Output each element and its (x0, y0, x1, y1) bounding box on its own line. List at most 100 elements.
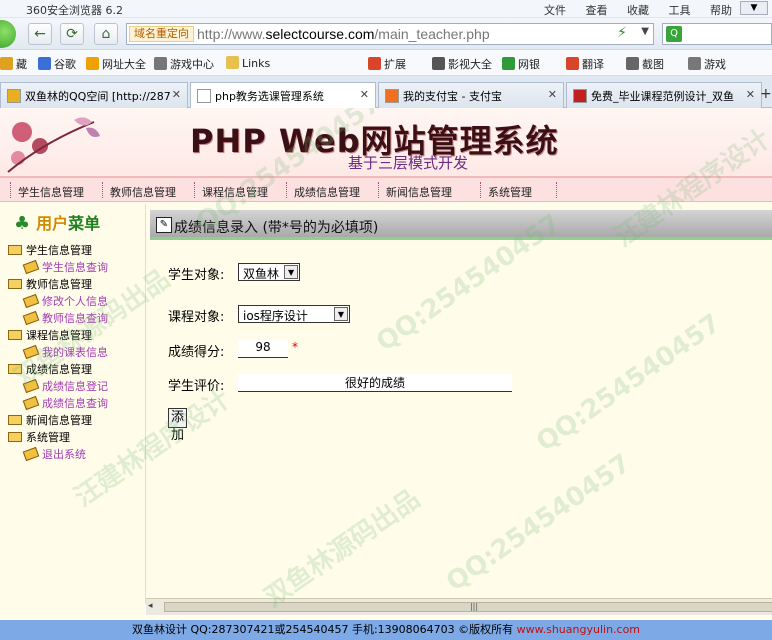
sidebar-item-0[interactable]: 学生信息管理 (8, 242, 92, 258)
bookmark-1[interactable]: 谷歌 (38, 56, 76, 72)
sidebar-item-10[interactable]: 新闻信息管理 (8, 412, 92, 428)
sidebar-item-7[interactable]: 成绩信息管理 (8, 361, 92, 377)
edit-icon: ✎ (156, 217, 172, 233)
window-minimize-button[interactable]: ▼ (740, 1, 768, 15)
home-icon: ⌂ (101, 26, 111, 42)
tab-label: 我的支付宝 - 支付宝 (403, 90, 502, 103)
chevron-down-icon[interactable]: ▼ (284, 265, 299, 279)
folder-icon (8, 415, 22, 425)
bookmark-4[interactable]: Links (226, 56, 270, 70)
chevron-down-icon[interactable]: ▼ (334, 307, 348, 321)
score-input[interactable]: 98 (238, 340, 288, 358)
sidebar-item-3[interactable]: 修改个人信息 (22, 293, 108, 309)
tab-2[interactable]: 我的支付宝 - 支付宝 ✕ (378, 82, 564, 108)
score-label: 成绩得分: (168, 345, 225, 360)
address-dropdown-icon[interactable]: ▼ (641, 26, 649, 37)
topnav-item-1[interactable]: 教师信息管理 (110, 184, 176, 200)
topnav-item-0[interactable]: 学生信息管理 (18, 184, 84, 200)
folder-icon (8, 245, 22, 255)
sidebar-item-1[interactable]: 学生信息查询 (22, 259, 108, 275)
close-icon[interactable]: ✕ (746, 88, 755, 101)
browser-title-bar: 360安全浏览器 6.2 文件 查看 收藏 工具 帮助 ▼ (0, 0, 772, 18)
bookmark-3[interactable]: 游戏中心 (154, 56, 214, 72)
topnav-item-3[interactable]: 成绩信息管理 (294, 184, 360, 200)
required-mark: * (292, 340, 298, 354)
web-page: PHP Web网站管理系统 基于三层模式开发 学生信息管理 教师信息管理 课程信息管… (0, 108, 772, 620)
search-engine-icon[interactable]: Q (666, 26, 682, 42)
student-row: 学生对象: (168, 264, 224, 283)
comment-input[interactable]: 很好的成绩 (238, 374, 512, 392)
menu-favorites[interactable]: 收藏 (627, 4, 649, 17)
video-icon (432, 57, 445, 70)
sidebar-item-8[interactable]: 成绩信息登记 (22, 378, 108, 394)
comment-row: 学生评价: (168, 375, 224, 394)
form-header: ✎ 成绩信息录入 (带*号的为必填项) (150, 210, 772, 240)
sidebar-item-12[interactable]: 退出系统 (22, 446, 86, 462)
topnav-item-5[interactable]: 系统管理 (488, 184, 532, 200)
bookmark-5[interactable]: 扩展 (368, 56, 406, 72)
back-button[interactable]: ← (28, 23, 52, 45)
bookmark-7[interactable]: 网银 (502, 56, 540, 72)
sidebar-item-11[interactable]: 系统管理 (8, 429, 70, 445)
sidebar: ♣ 用户菜单 学生信息管理 学生信息查询 教师信息管理 修改个人信息 教师信息查询 课程信息… (0, 204, 146, 604)
topnav-item-4[interactable]: 新闻信息管理 (386, 184, 452, 200)
nav-separator (556, 182, 557, 198)
address-bar[interactable]: 域名重定向 http://www.selectcourse.com/main_t… (126, 23, 654, 45)
bookmark-10[interactable]: 游戏 (688, 56, 726, 72)
student-select[interactable]: 双鱼林 ▼ (238, 263, 301, 281)
tab-3[interactable]: 免费_毕业课程范例设计_双鱼 ✕ (566, 82, 762, 108)
tab-0[interactable]: 双鱼林的QQ空间 [http://287 ✕ (0, 82, 188, 108)
topnav-item-2[interactable]: 课程信息管理 (202, 184, 268, 200)
close-icon[interactable]: ✕ (172, 88, 181, 101)
clover-icon: ♣ (14, 213, 31, 234)
tab-favicon-icon (7, 89, 21, 103)
address-url[interactable]: http://www.selectcourse.com/main_teacher… (197, 26, 490, 42)
gamepad-icon (688, 57, 701, 70)
tab-label: 双鱼林的QQ空间 [http://287 (25, 90, 171, 103)
sidebar-item-9[interactable]: 成绩信息查询 (22, 395, 108, 411)
nav-separator (286, 182, 287, 198)
search-box[interactable]: Q (662, 23, 772, 45)
sidebar-item-5[interactable]: 课程信息管理 (8, 327, 92, 343)
form-title: 成绩信息录入 (带*号的为必填项) (174, 220, 379, 236)
new-tab-button[interactable]: + (760, 86, 772, 102)
bookmark-2[interactable]: 网址大全 (86, 56, 146, 72)
bookmark-8[interactable]: 翻译 (566, 56, 604, 72)
folder-icon (226, 56, 239, 69)
add-button[interactable]: 添加 (168, 408, 188, 443)
horizontal-scrollbar[interactable]: ◂ ||| (146, 598, 772, 615)
folder-icon (8, 279, 22, 289)
close-icon[interactable]: ✕ (548, 88, 557, 101)
bookmark-6[interactable]: 影视大全 (432, 56, 492, 72)
menu-help[interactable]: 帮助 (710, 4, 732, 17)
menu-view[interactable]: 查看 (586, 4, 608, 17)
scroll-left-icon[interactable]: ◂ (148, 601, 153, 611)
bookmark-0[interactable]: 藏 (0, 56, 27, 72)
redirect-badge[interactable]: 域名重定向 (129, 26, 194, 42)
tab-1[interactable]: php教务选课管理系统 ✕ (190, 82, 376, 109)
tab-favicon-icon (385, 89, 399, 103)
arrow-left-icon: ← (34, 26, 46, 42)
home-button[interactable]: ⌂ (94, 23, 118, 45)
close-icon[interactable]: ✕ (360, 88, 369, 101)
translate-icon (566, 57, 579, 70)
scrollbar-thumb[interactable]: ||| (164, 602, 772, 612)
course-select[interactable]: ios程序设计 ▼ (238, 305, 350, 323)
google-icon (38, 57, 51, 70)
tag-icon (22, 259, 40, 275)
sidebar-item-2[interactable]: 教师信息管理 (8, 276, 92, 292)
menu-file[interactable]: 文件 (544, 4, 566, 17)
site-subtitle: 基于三层模式开发 (348, 154, 469, 172)
bookmark-9[interactable]: 截图 (626, 56, 664, 72)
sidebar-item-4[interactable]: 教师信息查询 (22, 310, 108, 326)
lightning-icon[interactable]: ⚡ (617, 25, 627, 41)
refresh-button[interactable]: ⟳ (60, 23, 84, 45)
tab-favicon-icon (573, 89, 587, 103)
nav-separator (10, 182, 11, 198)
menu-tools[interactable]: 工具 (669, 4, 691, 17)
sidebar-item-6[interactable]: 我的课表信息 (22, 344, 108, 360)
footer-site-link[interactable]: www.shuangyulin.com (517, 623, 640, 636)
course-label: 课程对象: (168, 310, 225, 325)
bank-icon (502, 57, 515, 70)
browser-menu-bar: 文件 查看 收藏 工具 帮助 (528, 2, 732, 18)
